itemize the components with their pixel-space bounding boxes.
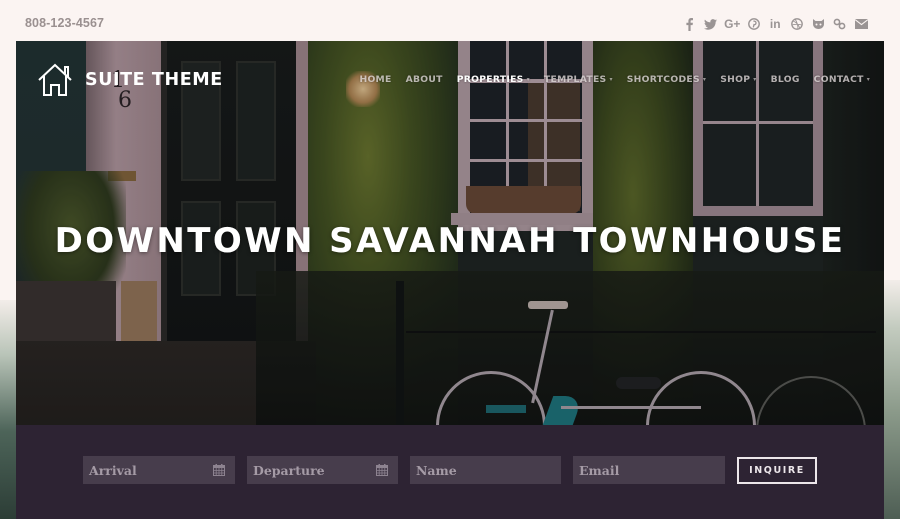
dribbble-icon[interactable] bbox=[786, 17, 808, 31]
calendar-icon[interactable] bbox=[213, 464, 225, 476]
pinterest-icon[interactable] bbox=[743, 17, 765, 31]
nav-item-about[interactable]: ABOUT bbox=[406, 74, 443, 85]
name-placeholder: Name bbox=[416, 462, 457, 478]
main-nav: HOME ABOUT PROPERTIES ▾ TEMPLATES ▾ SHOR… bbox=[345, 74, 870, 85]
nav-item-blog[interactable]: BLOG bbox=[771, 74, 800, 85]
background-scenery-left bbox=[0, 300, 16, 519]
nav-label: TEMPLATES bbox=[543, 74, 607, 85]
chevron-down-icon: ▾ bbox=[609, 76, 613, 83]
nav-label: HOME bbox=[359, 74, 392, 85]
top-bar: 808-123-4567 G+ in bbox=[0, 0, 900, 41]
background-scenery-right bbox=[884, 280, 900, 519]
chevron-down-icon: ▾ bbox=[866, 76, 870, 83]
nav-item-home[interactable]: HOME bbox=[359, 74, 391, 85]
chevron-down-icon: ▾ bbox=[753, 76, 757, 83]
nav-label: ABOUT bbox=[405, 74, 443, 85]
nav-item-contact[interactable]: CONTACT ▾ bbox=[814, 74, 870, 85]
nav-item-properties[interactable]: PROPERTIES ▾ bbox=[457, 74, 530, 85]
site-logo[interactable]: SUITE THEME bbox=[37, 63, 223, 97]
arrival-placeholder: Arrival bbox=[89, 462, 137, 478]
house-icon bbox=[37, 63, 73, 97]
departure-placeholder: Departure bbox=[253, 462, 325, 478]
link-icon[interactable] bbox=[829, 17, 851, 31]
google-plus-icon[interactable]: G+ bbox=[722, 17, 744, 31]
social-links: G+ in bbox=[679, 17, 873, 31]
twitter-icon[interactable] bbox=[700, 17, 722, 31]
github-icon[interactable] bbox=[808, 17, 830, 31]
nav-item-shop[interactable]: SHOP ▾ bbox=[720, 74, 756, 85]
email-input[interactable]: Email bbox=[573, 456, 725, 484]
facebook-icon[interactable] bbox=[679, 17, 701, 31]
nav-label: CONTACT bbox=[813, 74, 864, 85]
departure-date-input[interactable]: Departure bbox=[247, 456, 398, 484]
booking-form: Arrival Departure Name Email INQUIRE bbox=[16, 425, 884, 519]
nav-item-templates[interactable]: TEMPLATES ▾ bbox=[544, 74, 613, 85]
hero-title: DOWNTOWN SAVANNAH TOWNHOUSE bbox=[54, 221, 846, 261]
hero-section: 1 6 SUITE THEME HOME ABOUT PROPERTIES ▾ … bbox=[16, 41, 884, 425]
name-input[interactable]: Name bbox=[410, 456, 561, 484]
phone-number[interactable]: 808-123-4567 bbox=[25, 16, 104, 30]
page-frame: 1 6 SUITE THEME HOME ABOUT PROPERTIES ▾ … bbox=[16, 41, 884, 519]
arrival-date-input[interactable]: Arrival bbox=[83, 456, 235, 484]
nav-label: PROPERTIES bbox=[456, 74, 524, 85]
nav-item-shortcodes[interactable]: SHORTCODES ▾ bbox=[627, 74, 706, 85]
site-title: SUITE THEME bbox=[85, 70, 223, 90]
chevron-down-icon: ▾ bbox=[526, 76, 530, 83]
linkedin-icon[interactable]: in bbox=[765, 17, 787, 31]
nav-label: BLOG bbox=[770, 74, 800, 85]
nav-label: SHOP bbox=[720, 74, 751, 85]
email-icon[interactable] bbox=[851, 17, 873, 31]
email-placeholder: Email bbox=[579, 462, 620, 478]
chevron-down-icon: ▾ bbox=[702, 76, 707, 83]
nav-label: SHORTCODES bbox=[626, 74, 700, 85]
calendar-icon[interactable] bbox=[376, 464, 388, 476]
inquire-button[interactable]: INQUIRE bbox=[737, 457, 817, 484]
